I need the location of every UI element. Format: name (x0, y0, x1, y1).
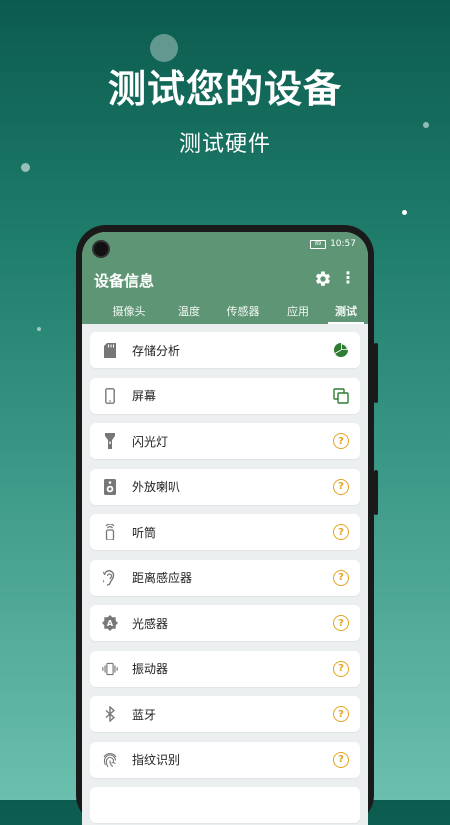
question-icon[interactable]: ? (332, 751, 350, 769)
app-bar: 89 10:57 设备信息 ⋮ ﾠ 摄像头 温度 传感器 应用 测试 (82, 232, 368, 324)
status-bar: 89 10:57 (310, 239, 356, 249)
phone-side-button (374, 470, 378, 515)
question-icon[interactable]: ? (332, 660, 350, 678)
question-icon[interactable]: ? (332, 432, 350, 450)
phone-side-button (374, 343, 378, 403)
test-item-proximity[interactable]: 距离感应器 ? (90, 559, 360, 596)
phone-frame: 89 10:57 设备信息 ⋮ ﾠ 摄像头 温度 传感器 应用 测试 存储分析 … (76, 225, 378, 825)
test-item-vibrator[interactable]: 振动器 ? (90, 650, 360, 687)
test-item-label: 外放喇叭 (132, 480, 181, 494)
sd-card-icon (102, 342, 118, 358)
test-item-speaker[interactable]: 外放喇叭 ? (90, 468, 360, 505)
test-item-partial[interactable] (90, 787, 360, 823)
question-icon[interactable]: ? (332, 705, 350, 723)
test-item-storage[interactable]: 存储分析 (90, 332, 360, 368)
promo-headline: 测试您的设备 (107, 67, 342, 111)
ear-icon (102, 569, 118, 586)
test-item-label: 闪光灯 (132, 434, 169, 449)
gear-icon[interactable] (314, 270, 332, 288)
earpiece-icon (102, 524, 118, 540)
test-item-label: 振动器 (132, 662, 169, 676)
test-item-fingerprint[interactable]: 指纹识别 ? (90, 741, 360, 778)
question-icon[interactable]: ? (332, 523, 350, 541)
speaker-icon (102, 478, 118, 495)
question-icon[interactable]: ? (332, 478, 350, 496)
flashlight-icon (102, 433, 118, 449)
brightness-auto-icon: A (102, 615, 118, 631)
tab-sensors[interactable]: 传感器 (214, 298, 272, 324)
test-list: 存储分析 屏幕 闪光灯 ? 外放喇叭 ? 听筒 ? 距离感应器 ? A 光感器 … (82, 324, 368, 823)
test-item-light-sensor[interactable]: A 光感器 ? (90, 605, 360, 641)
question-icon[interactable]: ? (332, 569, 350, 587)
tab-camera[interactable]: 摄像头 (94, 298, 164, 324)
test-item-flashlight[interactable]: 闪光灯 ? (90, 423, 360, 459)
phone-icon (102, 387, 118, 404)
phone-screen: 89 10:57 设备信息 ⋮ ﾠ 摄像头 温度 传感器 应用 测试 存储分析 … (82, 232, 368, 825)
tab-apps[interactable]: 应用 (272, 298, 324, 324)
fingerprint-icon (102, 752, 118, 768)
app-title: 设备信息 (94, 272, 155, 290)
test-item-screen[interactable]: 屏幕 (90, 377, 360, 414)
test-item-label: 蓝牙 (132, 707, 157, 722)
test-item-label: 距离感应器 (132, 571, 193, 585)
status-time: 10:57 (330, 239, 356, 249)
test-item-label: 听筒 (132, 525, 157, 540)
promo-subline: 测试硬件 (178, 132, 271, 157)
battery-icon: 89 (310, 239, 327, 249)
decor-dot (402, 210, 407, 215)
front-camera (94, 242, 108, 256)
tab-scroll-edge: ﾠ (82, 305, 94, 318)
test-item-earpiece[interactable]: 听筒 ? (90, 514, 360, 550)
vibration-icon (102, 661, 118, 677)
more-vert-icon[interactable]: ⋮ (340, 268, 356, 287)
tab-tests[interactable]: 测试 (324, 298, 368, 324)
question-icon[interactable]: ? (332, 614, 350, 632)
test-item-label: 存储分析 (132, 343, 181, 358)
decor-dot (37, 327, 41, 331)
tab-bar: ﾠ 摄像头 温度 传感器 应用 测试 (82, 298, 368, 324)
decor-dot (21, 163, 30, 172)
bluetooth-icon (102, 706, 118, 722)
test-item-label: 指纹识别 (132, 753, 181, 767)
test-item-label: 屏幕 (132, 389, 157, 403)
test-item-label: 光感器 (132, 616, 169, 631)
pie-chart-icon (332, 341, 350, 359)
test-item-bluetooth[interactable]: 蓝牙 ? (90, 696, 360, 732)
copy-icon (332, 387, 350, 405)
tab-temperature[interactable]: 温度 (164, 298, 214, 324)
svg-text:A: A (107, 619, 114, 628)
